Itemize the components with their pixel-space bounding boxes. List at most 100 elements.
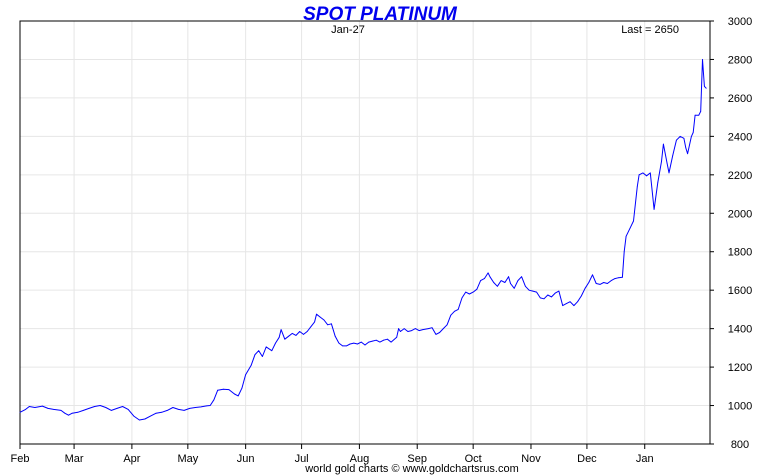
x-tick-label: Jan <box>636 453 654 465</box>
data-point <box>584 287 586 289</box>
data-point <box>446 324 448 326</box>
grid <box>20 21 710 444</box>
y-tick-label: 2200 <box>728 170 752 182</box>
data-point <box>258 350 260 352</box>
x-tick-label: Jun <box>237 453 255 465</box>
data-point <box>539 297 541 299</box>
data-point <box>532 290 534 292</box>
data-point <box>694 114 696 116</box>
data-point <box>331 323 332 325</box>
data-point <box>661 161 662 162</box>
data-point <box>217 389 219 391</box>
data-point <box>580 295 582 297</box>
data-point <box>607 283 608 284</box>
data-point <box>155 412 157 414</box>
data-point <box>547 294 549 296</box>
data-point <box>222 388 224 390</box>
data-point <box>25 409 26 410</box>
data-point <box>303 334 304 335</box>
data-point <box>47 408 49 409</box>
data-point <box>398 328 399 329</box>
y-tick-label: 1200 <box>728 362 752 374</box>
data-point <box>71 412 73 414</box>
data-point <box>517 280 519 281</box>
data-point <box>77 411 79 413</box>
data-point <box>672 155 674 157</box>
y-tick-label: 1000 <box>728 401 752 413</box>
data-point <box>698 114 700 116</box>
y-tick-label: 2800 <box>728 54 752 66</box>
y-tick-label: 2000 <box>728 208 752 220</box>
data-point <box>323 319 325 321</box>
data-point <box>19 411 21 413</box>
data-point <box>291 333 293 334</box>
y-tick-label: 1400 <box>728 324 752 336</box>
data-point <box>457 309 459 310</box>
chart-title: SPOT PLATINUM <box>303 4 458 25</box>
data-point <box>649 172 651 174</box>
data-point <box>476 288 478 290</box>
data-point <box>144 418 146 420</box>
y-axis: 800 1000 1200 1400 1600 1800 2000 2200 2400 2600 2… <box>710 16 752 451</box>
data-point <box>278 336 280 338</box>
data-point <box>577 301 578 303</box>
data-point <box>383 339 384 341</box>
data-point <box>271 350 273 352</box>
y-tick-label: 800 <box>731 439 749 451</box>
data-point <box>489 276 491 278</box>
data-point <box>200 406 202 408</box>
data-point <box>497 285 498 287</box>
data-point <box>646 175 647 177</box>
data-point <box>34 407 36 408</box>
data-point <box>543 298 545 300</box>
data-point <box>472 291 474 293</box>
data-point <box>614 278 616 279</box>
data-point <box>465 291 467 293</box>
data-point <box>691 136 692 137</box>
data-point <box>510 283 511 284</box>
data-point <box>431 327 433 329</box>
data-point <box>469 293 470 295</box>
data-point <box>592 274 593 276</box>
data-point <box>638 174 640 176</box>
data-point <box>484 278 485 279</box>
data-point <box>68 414 69 416</box>
data-point <box>319 316 321 318</box>
x-tick-label: Nov <box>521 453 541 465</box>
data-point <box>342 345 343 347</box>
data-point <box>683 137 685 139</box>
data-point <box>306 331 308 332</box>
data-point <box>237 395 239 397</box>
y-tick-label: 2600 <box>728 93 752 105</box>
data-point <box>228 389 230 390</box>
data-point <box>411 330 412 331</box>
data-point <box>316 313 317 315</box>
data-point <box>480 280 481 281</box>
data-point <box>603 282 605 283</box>
date-label: Jan-27 <box>331 24 365 36</box>
data-point <box>172 407 174 408</box>
data-point <box>450 314 452 316</box>
data-point <box>435 334 437 335</box>
data-point <box>569 301 571 303</box>
data-point <box>116 408 118 409</box>
data-point <box>595 283 597 284</box>
data-point <box>685 147 687 149</box>
data-point <box>105 407 107 408</box>
data-point <box>183 410 185 411</box>
y-tick-label: 1600 <box>728 285 752 297</box>
data-point <box>299 331 301 332</box>
data-point <box>610 280 612 281</box>
data-point <box>360 341 362 343</box>
y-tick-label: 1800 <box>728 247 752 259</box>
data-point <box>642 172 644 174</box>
data-point <box>629 228 631 230</box>
data-point <box>536 291 537 293</box>
data-point <box>241 387 243 389</box>
data-point <box>280 329 282 330</box>
data-point <box>161 411 163 413</box>
data-point <box>357 343 358 345</box>
x-tick-label: Mar <box>65 453 84 465</box>
data-point <box>327 324 329 326</box>
data-point <box>262 356 263 357</box>
